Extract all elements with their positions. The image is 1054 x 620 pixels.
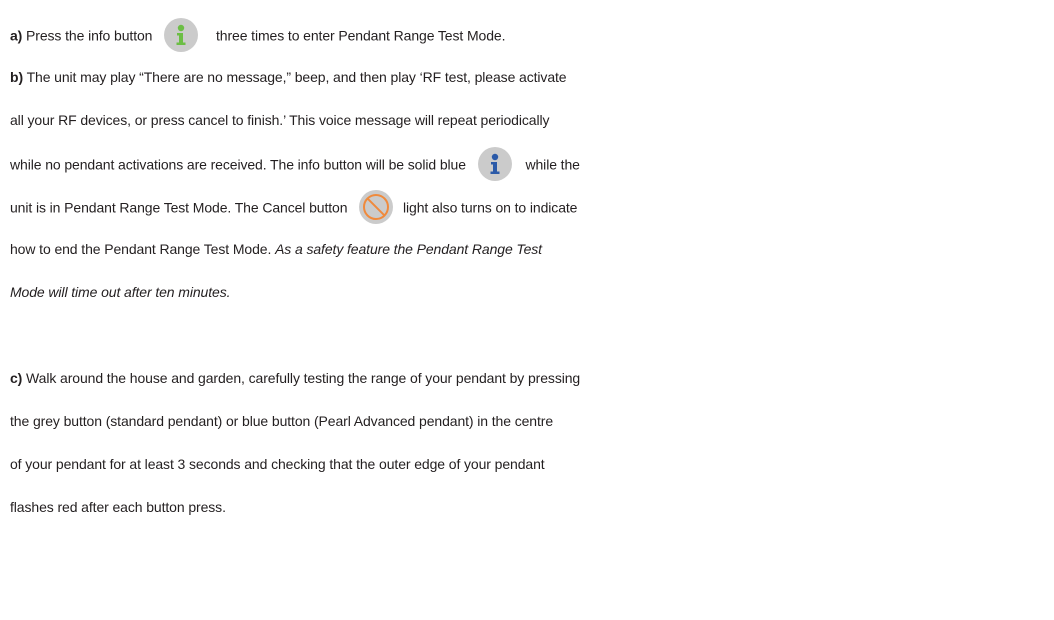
step-b-line-1-text: The unit may play “There are no message,… — [26, 69, 567, 85]
info-icon-blue — [477, 147, 512, 182]
step-a-text-before: Press the info button — [26, 27, 153, 44]
step-b-line-4: unit is in Pendant Range Test Mode. The … — [10, 186, 1048, 226]
step-c-line-1-text: Walk around the house and garden, carefu… — [26, 370, 581, 386]
step-c-line-1: c) Walk around the house and garden, car… — [10, 358, 1048, 398]
step-b-line-3: while no pendant activations are receive… — [10, 143, 1048, 183]
step-a-text-after: three times to enter Pendant Range Test … — [215, 27, 506, 44]
step-b-label: b) — [10, 69, 24, 85]
step-b-line-2-text: all your RF devices, or press cancel to … — [10, 112, 550, 128]
step-b-line-2: all your RF devices, or press cancel to … — [10, 100, 1048, 140]
cancel-icon — [359, 190, 394, 225]
step-c-label: c) — [10, 370, 23, 386]
step-b-line-6: Mode will time out after ten minutes. — [10, 272, 1048, 312]
step-c-line-3-text: of your pendant for at least 3 seconds a… — [10, 456, 545, 472]
step-b-line-6-italic: Mode will time out after ten minutes. — [10, 284, 231, 300]
step-c-line-2-text: the grey button (standard pendant) or bl… — [10, 413, 554, 429]
step-a-line: a) Press the info button three times to … — [10, 14, 1048, 54]
step-c-line-4-text: flashes red after each button press. — [10, 499, 226, 515]
step-b-line-5-normal: how to end the Pendant Range Test Mode. — [10, 241, 272, 257]
step-c-line-4: flashes red after each button press. — [10, 487, 1048, 527]
step-b-line-5: how to end the Pendant Range Test Mode. … — [10, 229, 1048, 269]
step-b-line-4-after: light also turns on to indicate — [403, 199, 578, 216]
step-c-line-2: the grey button (standard pendant) or bl… — [10, 401, 1048, 441]
step-b-line-1: b) The unit may play “There are no messa… — [10, 57, 1048, 97]
step-a-label: a) — [10, 27, 23, 44]
step-c-line-3: of your pendant for at least 3 seconds a… — [10, 444, 1048, 484]
step-b-line-4-before: unit is in Pendant Range Test Mode. The … — [10, 199, 348, 216]
step-b-line-3-after: while the — [525, 156, 580, 173]
step-b-line-5-italic: As a safety feature the Pendant Range Te… — [275, 241, 542, 257]
info-icon-green — [164, 18, 199, 53]
step-b-line-3-before: while no pendant activations are receive… — [10, 156, 466, 173]
